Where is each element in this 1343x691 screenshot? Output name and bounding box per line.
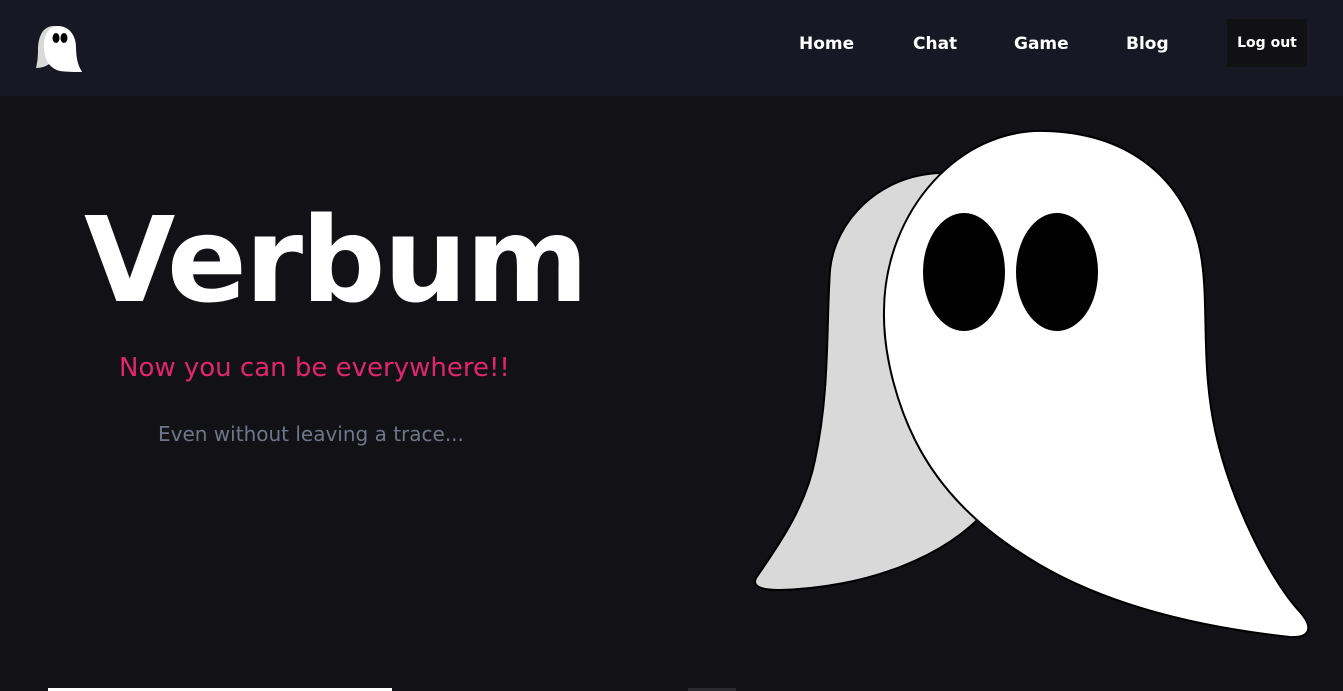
hero-subtitle: Even without leaving a trace...: [158, 422, 464, 446]
nav-link-home[interactable]: Home: [799, 32, 854, 56]
nav-links: Home Chat Game Blog: [0, 0, 1343, 96]
nav-link-blog[interactable]: Blog: [1126, 32, 1169, 56]
navbar: Home Chat Game Blog Log out: [0, 0, 1343, 96]
hero-title: Verbum: [84, 191, 589, 329]
nav-link-chat[interactable]: Chat: [913, 32, 957, 56]
nav-link-game[interactable]: Game: [1014, 32, 1069, 56]
logout-button[interactable]: Log out: [1227, 19, 1307, 67]
ghost-illustration-icon: [754, 129, 1310, 639]
hero-tagline: Now you can be everywhere!!: [119, 353, 510, 383]
